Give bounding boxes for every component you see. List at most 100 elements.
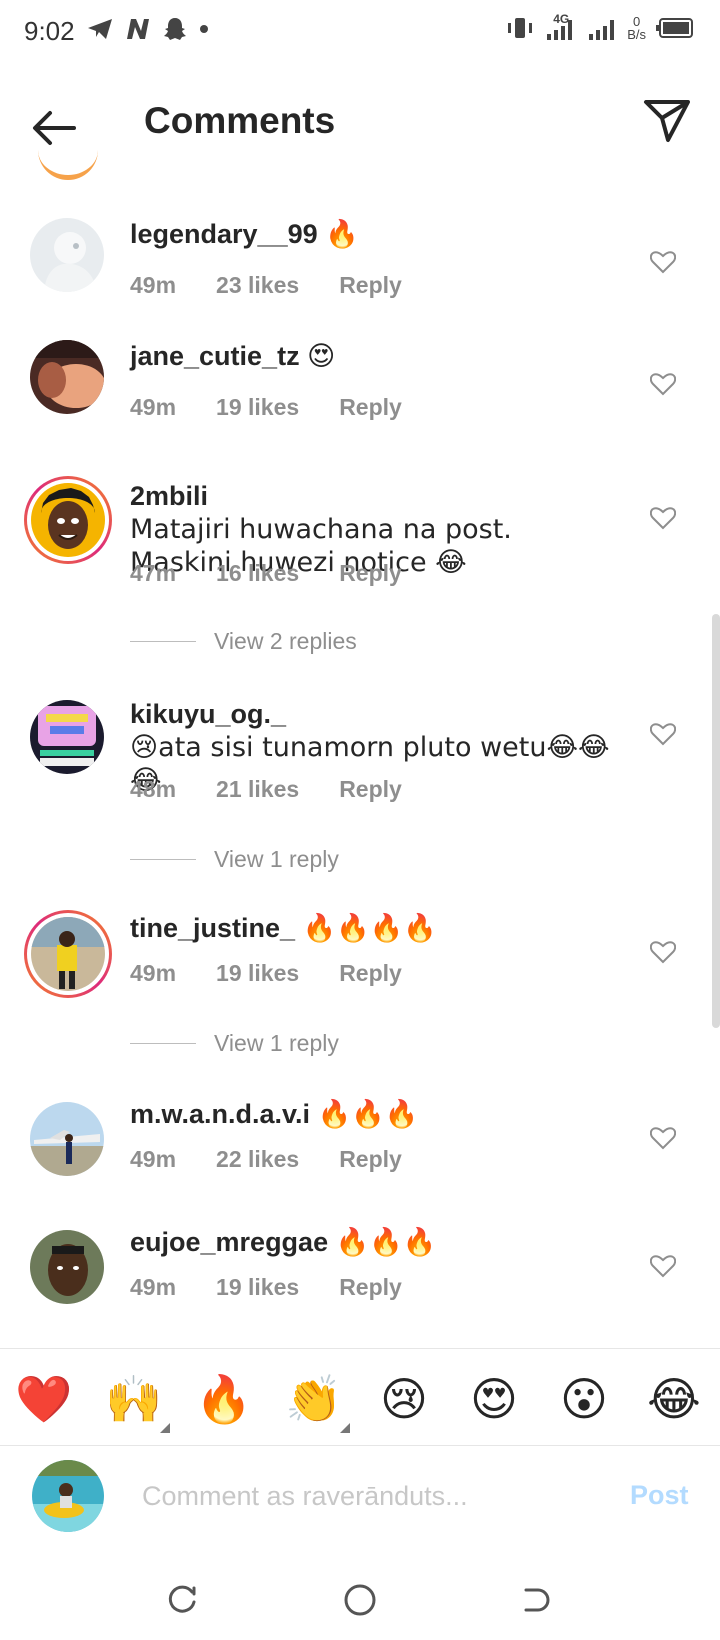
view-replies-label[interactable]: View 2 replies xyxy=(214,628,357,655)
heart-icon[interactable] xyxy=(650,940,676,964)
reply-button[interactable]: Reply xyxy=(339,394,402,421)
comment-username[interactable]: tine_justine_ xyxy=(130,913,295,943)
view-replies-button[interactable]: View 2 replies xyxy=(130,628,357,655)
comment-time: 49m xyxy=(130,394,177,420)
heart-icon[interactable] xyxy=(650,1254,676,1278)
reaction-clapping-hands-glyph: 👏 xyxy=(285,1373,343,1425)
my-avatar[interactable] xyxy=(32,1460,104,1532)
data-speed-unit: B/s xyxy=(627,27,646,42)
avatar[interactable] xyxy=(30,218,104,292)
avatar[interactable] xyxy=(30,1102,104,1176)
reaction-open-mouth[interactable]: 😮 xyxy=(554,1369,614,1429)
heart-icon[interactable] xyxy=(650,372,676,396)
comment-meta: 47m 16 likes Reply xyxy=(130,560,402,587)
reply-button[interactable]: Reply xyxy=(339,1146,402,1173)
comment-likes[interactable]: 21 likes xyxy=(216,776,299,803)
comment-username[interactable]: legendary__99 xyxy=(130,219,318,249)
view-replies-label[interactable]: View 1 reply xyxy=(214,1030,339,1057)
comment-likes[interactable]: 16 likes xyxy=(216,560,299,587)
reply-button[interactable]: Reply xyxy=(339,960,402,987)
comment-composer: Post xyxy=(0,1448,720,1558)
comment-text: tine_justine_ 🔥🔥🔥🔥 xyxy=(130,912,610,945)
heart-icon[interactable] xyxy=(650,1126,676,1150)
signal-4g-icon: 4G xyxy=(545,12,577,42)
recent-apps-icon[interactable] xyxy=(162,1580,202,1620)
header: Comments xyxy=(0,66,720,178)
story-ring-avatar[interactable] xyxy=(24,910,112,998)
comment-meta: 48m 21 likes Reply xyxy=(130,776,402,803)
avatar[interactable] xyxy=(30,1230,104,1304)
reaction-raising-hands[interactable]: 🙌 xyxy=(104,1369,170,1433)
reply-button[interactable]: Reply xyxy=(339,776,402,803)
comment-message: 🔥🔥🔥🔥 xyxy=(302,913,438,944)
reply-button[interactable]: Reply xyxy=(339,272,402,299)
arrow-left-icon[interactable] xyxy=(28,102,80,154)
reply-button[interactable]: Reply xyxy=(339,560,402,587)
comment-username[interactable]: jane_cutie_tz xyxy=(130,341,300,371)
comment-time: 49m xyxy=(130,960,177,986)
comment-meta: 49m 19 likes Reply xyxy=(130,960,402,987)
comment-time: 48m xyxy=(130,776,177,802)
comment-meta: 49m 19 likes Reply xyxy=(130,394,402,421)
paper-plane-icon[interactable] xyxy=(640,94,692,146)
dot-icon xyxy=(200,25,208,33)
comment-time: 49m xyxy=(130,1146,177,1172)
comment-meta: 49m 23 likes Reply xyxy=(130,272,402,299)
reaction-bar: ❤️ 🙌 🔥 👏 😢 😍 😮 😂 xyxy=(0,1348,720,1446)
replies-divider xyxy=(130,1043,196,1044)
reaction-fire[interactable]: 🔥 xyxy=(194,1369,254,1429)
scrollbar[interactable] xyxy=(712,614,720,1028)
system-nav-bar xyxy=(0,1558,720,1640)
story-ring-avatar[interactable] xyxy=(24,476,112,564)
variant-indicator-icon xyxy=(340,1423,350,1433)
telegram-icon xyxy=(88,19,112,39)
view-replies-label[interactable]: View 1 reply xyxy=(214,846,339,873)
reaction-heart-eyes[interactable]: 😍 xyxy=(464,1369,524,1429)
reply-button[interactable]: Reply xyxy=(339,1274,402,1301)
status-left-icons xyxy=(86,16,210,42)
n-app-icon xyxy=(127,19,149,39)
comment-username[interactable]: eujoe_mreggae xyxy=(130,1227,328,1257)
comment-likes[interactable]: 19 likes xyxy=(216,394,299,421)
reaction-crying-face[interactable]: 😢 xyxy=(374,1369,434,1429)
comment-username[interactable]: m.w.a.n.d.a.v.i xyxy=(130,1099,310,1129)
back-nav-icon[interactable] xyxy=(516,1580,556,1620)
heart-icon[interactable] xyxy=(650,250,676,274)
replies-divider xyxy=(130,641,196,642)
post-button[interactable]: Post xyxy=(630,1480,689,1511)
heart-icon[interactable] xyxy=(650,506,676,530)
avatar[interactable] xyxy=(30,700,104,774)
comment-time: 49m xyxy=(130,1274,177,1300)
comment-meta: 49m 19 likes Reply xyxy=(130,1274,402,1301)
reaction-heart[interactable]: ❤️ xyxy=(14,1369,74,1429)
comment-likes[interactable]: 19 likes xyxy=(216,960,299,987)
page-title: Comments xyxy=(144,100,336,141)
comment-message: 🔥 xyxy=(325,219,359,250)
status-right: 4G 0 B/s xyxy=(505,12,696,42)
comment-message: 🔥🔥🔥 xyxy=(317,1099,419,1130)
comment-likes[interactable]: 23 likes xyxy=(216,272,299,299)
comment-time: 49m xyxy=(130,272,177,298)
comment-username[interactable]: kikuyu_og._ xyxy=(130,699,286,729)
comment-text: legendary__99 🔥 xyxy=(130,218,610,251)
comment-likes[interactable]: 19 likes xyxy=(216,1274,299,1301)
view-replies-button[interactable]: View 1 reply xyxy=(130,846,339,873)
comment-username[interactable]: 2mbili xyxy=(130,481,208,511)
comment-likes[interactable]: 22 likes xyxy=(216,1146,299,1173)
comment-message: 😍 xyxy=(307,341,336,372)
heart-icon[interactable] xyxy=(650,722,676,746)
comment-text: jane_cutie_tz 😍 xyxy=(130,340,610,373)
avatar[interactable] xyxy=(30,340,104,414)
comment-text: eujoe_mreggae 🔥🔥🔥 xyxy=(130,1226,610,1259)
view-replies-button[interactable]: View 1 reply xyxy=(130,1030,339,1057)
snapchat-icon xyxy=(164,18,186,40)
comment-message: 🔥🔥🔥 xyxy=(335,1227,437,1258)
signal-icon xyxy=(589,20,615,40)
reaction-raising-hands-glyph: 🙌 xyxy=(105,1373,163,1425)
home-icon[interactable] xyxy=(340,1580,380,1620)
battery-icon xyxy=(656,18,693,38)
comment-input[interactable] xyxy=(142,1470,582,1522)
reaction-clapping-hands[interactable]: 👏 xyxy=(284,1369,350,1433)
status-bar: 9:02 4G 0 B/s xyxy=(0,0,720,66)
reaction-tears-of-joy[interactable]: 😂 xyxy=(644,1369,704,1429)
